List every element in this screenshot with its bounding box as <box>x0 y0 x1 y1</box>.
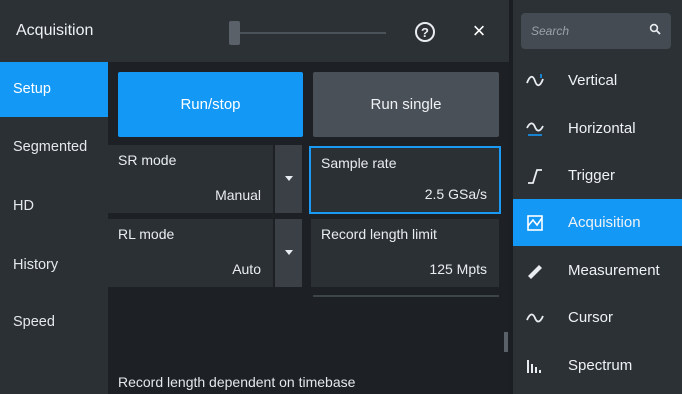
scrollbar[interactable] <box>504 332 508 352</box>
search-icon <box>649 23 661 35</box>
search-input[interactable]: Search <box>521 13 671 49</box>
dialog-title: Acquisition <box>16 22 94 39</box>
record-length-limit-value: 125 Mpts <box>429 261 487 277</box>
horizontal-icon <box>526 122 544 136</box>
chevron-down-icon <box>285 176 293 181</box>
cursor-icon <box>526 313 544 323</box>
vertical-icon <box>526 74 544 87</box>
rl-mode-dropdown-button[interactable] <box>275 219 302 287</box>
menu-item-cursor[interactable]: Cursor <box>513 294 682 341</box>
rl-mode-value: Auto <box>232 261 261 277</box>
help-button[interactable]: ? <box>415 22 435 42</box>
menu-item-label: Cursor <box>568 309 614 326</box>
menu-item-horizontal[interactable]: Horizontal <box>513 105 682 152</box>
dialog-tabs: Setup Segmented HD History Speed <box>0 62 108 394</box>
sample-rate-value: 2.5 GSa/s <box>424 186 487 202</box>
menu-item-vertical[interactable]: Vertical <box>513 57 682 104</box>
menu-item-label: Spectrum <box>568 357 633 374</box>
transparency-slider-handle[interactable] <box>229 21 240 45</box>
sr-mode-dropdown-button[interactable] <box>275 145 302 213</box>
sample-rate-label: Sample rate <box>321 155 397 171</box>
sr-mode-field[interactable]: SR mode Manual <box>108 145 273 213</box>
record-length-limit-field[interactable]: Record length limit 125 Mpts <box>311 219 499 287</box>
tab-setup[interactable]: Setup <box>0 62 108 117</box>
tab-speed[interactable]: Speed <box>0 295 108 350</box>
menu-item-label: Acquisition <box>568 214 641 231</box>
menu-item-label: Horizontal <box>568 120 636 137</box>
run-single-button[interactable]: Run single <box>313 72 499 137</box>
close-button[interactable]: × <box>468 18 490 44</box>
menu-item-trigger[interactable]: Trigger <box>513 152 682 199</box>
info-text: Record length dependent on timebase <box>118 374 356 390</box>
menu-item-measurement[interactable]: Measurement <box>513 247 682 294</box>
menu-item-label: Measurement <box>568 262 660 279</box>
menu-item-spectrum[interactable]: Spectrum <box>513 342 682 389</box>
sr-mode-value: Manual <box>215 187 261 203</box>
record-length-limit-label: Record length limit <box>321 226 437 242</box>
run-stop-button[interactable]: Run/stop <box>118 72 303 137</box>
spectrum-icon <box>527 360 541 373</box>
search-placeholder: Search <box>531 24 570 38</box>
divider <box>313 295 499 297</box>
chevron-down-icon <box>285 250 293 255</box>
sample-rate-field[interactable]: Sample rate 2.5 GSa/s <box>309 146 501 214</box>
menu-item-acquisition[interactable]: Acquisition <box>513 199 682 246</box>
menu-item-label: Trigger <box>568 167 615 184</box>
rl-mode-field[interactable]: RL mode Auto <box>108 219 273 287</box>
trigger-icon <box>528 169 542 184</box>
menu-item-label: Vertical <box>568 72 618 89</box>
tab-hd[interactable]: HD <box>0 179 108 234</box>
sr-mode-label: SR mode <box>118 152 177 168</box>
measurement-icon <box>528 265 542 279</box>
tab-history[interactable]: History <box>0 238 108 293</box>
tab-segmented[interactable]: Segmented <box>0 120 108 175</box>
transparency-slider-track[interactable] <box>234 32 386 34</box>
rl-mode-label: RL mode <box>118 226 175 242</box>
acquisition-icon <box>527 215 543 231</box>
